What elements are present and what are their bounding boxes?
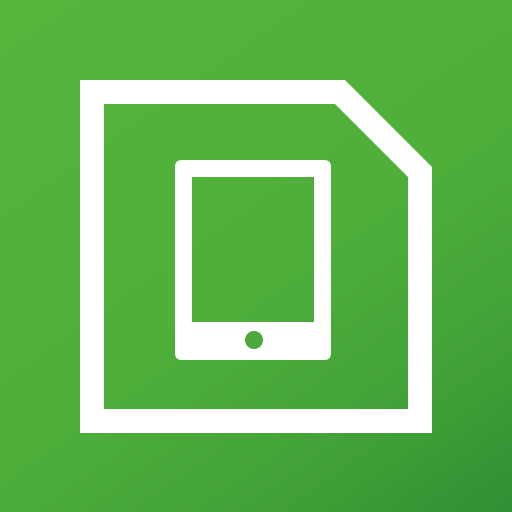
- tablet-home-button-icon: [245, 331, 263, 349]
- tablet-icon: [175, 160, 331, 360]
- sim-card-outline-icon: [80, 80, 432, 433]
- sim-card-tablet-icon: [80, 80, 432, 433]
- app-icon: [0, 0, 512, 512]
